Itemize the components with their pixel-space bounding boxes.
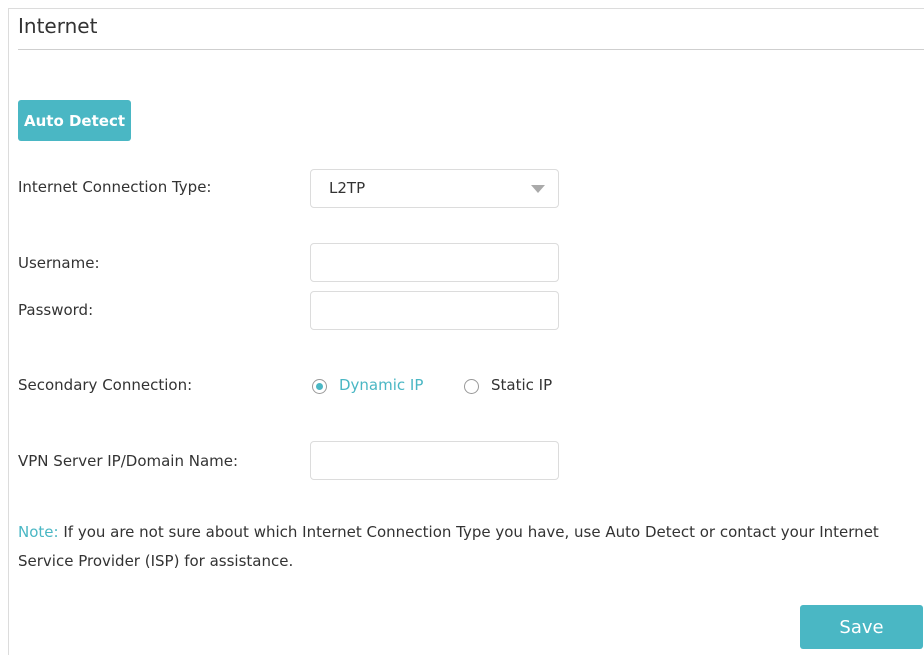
static-ip-label[interactable]: Static IP [491, 376, 552, 394]
note-prefix: Note: [18, 523, 59, 541]
dynamic-ip-label[interactable]: Dynamic IP [339, 376, 423, 394]
username-input[interactable] [310, 243, 559, 282]
secondary-connection-label: Secondary Connection: [18, 376, 193, 394]
connection-type-label: Internet Connection Type: [18, 178, 212, 196]
title-divider [18, 49, 924, 50]
help-note: Note: If you are not sure about which In… [18, 518, 918, 576]
static-ip-radio[interactable] [464, 379, 479, 394]
auto-detect-button[interactable]: Auto Detect [18, 100, 131, 141]
vpn-server-input[interactable] [310, 441, 559, 480]
password-label: Password: [18, 301, 94, 319]
radio-selected-dot [316, 383, 323, 390]
connection-type-value: L2TP [329, 179, 366, 197]
connection-type-select[interactable]: L2TP [310, 169, 559, 208]
username-label: Username: [18, 254, 100, 272]
page-title: Internet [18, 14, 98, 38]
chevron-down-icon [531, 185, 545, 193]
dynamic-ip-radio[interactable] [312, 379, 327, 394]
save-button[interactable]: Save [800, 605, 923, 649]
note-text: If you are not sure about which Internet… [18, 523, 879, 570]
vpn-server-label: VPN Server IP/Domain Name: [18, 452, 239, 470]
password-input[interactable] [310, 291, 559, 330]
